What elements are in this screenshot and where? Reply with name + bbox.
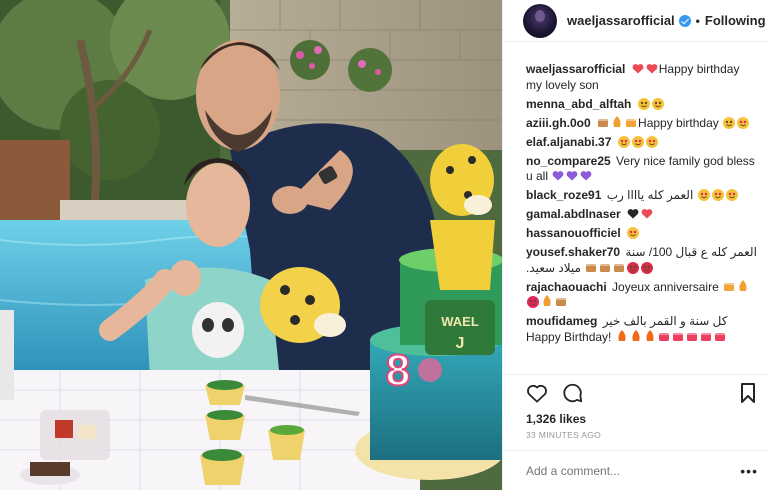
box-emoji-icon — [672, 330, 684, 341]
party-emoji-icon — [611, 115, 623, 127]
comment-username[interactable]: moufidameg — [526, 314, 597, 328]
list-item: rajachaouachi Joyeux anniversaire — [526, 279, 758, 311]
comment-username[interactable]: menna_abd_alftah — [526, 97, 631, 111]
laugh-emoji-icon — [637, 97, 650, 110]
comment-text-secondary: Happy Birthday! — [526, 329, 612, 344]
purple-emoji-icon — [580, 170, 592, 181]
fire-emoji-icon — [616, 329, 628, 341]
gift-emoji-icon — [723, 280, 735, 291]
header-username[interactable]: waeljassarofficial — [567, 13, 675, 28]
post-header: waeljassarofficial • Following — [503, 0, 768, 42]
list-item: hassanouofficiel — [526, 226, 758, 242]
heart-emoji-icon — [632, 63, 644, 74]
hearteyes-emoji-icon — [617, 135, 630, 148]
smile-emoji-icon — [723, 116, 736, 129]
avatar[interactable] — [523, 3, 557, 38]
box-emoji-icon — [686, 330, 698, 341]
comment-username[interactable]: rajachaouachi — [526, 280, 607, 294]
heart-emoji-icon — [641, 208, 653, 219]
comment-username[interactable]: gamal.abdlnaser — [526, 207, 621, 221]
verified-badge-icon — [678, 14, 691, 27]
comment-text: كل سنة و القمر بالف خير — [602, 314, 728, 328]
comments-list: waeljassarofficial Happy birthday my lov… — [503, 42, 768, 374]
party-emoji-icon — [737, 279, 749, 291]
comment-username[interactable]: elaf.aljanabi.37 — [526, 135, 611, 149]
cake-emoji-icon — [613, 261, 625, 272]
hearteyes-emoji-icon — [627, 227, 640, 239]
heart-emoji-icon — [646, 63, 658, 74]
comment-bubble-icon[interactable] — [562, 382, 584, 404]
cake-emoji-icon — [555, 295, 567, 306]
list-item: menna_abd_alftah — [526, 97, 758, 113]
comment-username[interactable]: waeljassarofficial — [526, 62, 625, 76]
list-item: gamal.abdlnaser — [526, 207, 758, 223]
blackheart-emoji-icon — [627, 208, 639, 219]
box-emoji-icon — [658, 330, 670, 341]
bookmark-icon[interactable] — [740, 382, 756, 403]
header-separator: • — [695, 13, 700, 28]
box-emoji-icon — [714, 330, 726, 341]
list-item: waeljassarofficial Happy birthday my lov… — [526, 62, 758, 93]
comment-username[interactable]: hassanouofficiel — [526, 226, 621, 240]
comment-text: Happy birthday — [638, 115, 719, 130]
hearteyes-emoji-icon — [631, 135, 644, 148]
gift-emoji-icon — [625, 116, 637, 127]
more-options-icon[interactable]: ••• — [740, 463, 758, 479]
post-timestamp: 33 MINUTES AGO — [526, 430, 602, 440]
cake-emoji-icon — [599, 261, 611, 272]
cake-emoji-icon — [585, 261, 597, 272]
following-button[interactable]: Following — [705, 13, 766, 28]
heart-outline-icon[interactable] — [526, 383, 548, 403]
laugh-emoji-icon — [651, 97, 664, 110]
party-emoji-icon — [541, 295, 553, 306]
hearteyes-emoji-icon — [725, 189, 738, 201]
list-item: no_compare25 Very nice family god bless … — [526, 154, 758, 185]
cake-emoji-icon — [597, 116, 609, 127]
hearteyes-emoji-icon — [645, 135, 658, 148]
rose-emoji-icon — [641, 261, 654, 274]
purple-emoji-icon — [566, 170, 578, 181]
list-item: yousef.shaker70 العمر كله ع قبال 100/ سن… — [526, 245, 758, 276]
birthday-candle-8: 8 — [386, 346, 410, 395]
comment-username[interactable]: no_compare25 — [526, 154, 611, 168]
hearteyes-emoji-icon — [711, 189, 724, 201]
comment-text: العمر كله ياااا رب — [606, 188, 694, 202]
list-item: black_roze91 العمر كله ياااا رب — [526, 188, 758, 204]
balloon-emoji-icon — [527, 296, 539, 308]
comment-username[interactable]: yousef.shaker70 — [526, 245, 620, 259]
list-item: aziii.gh.0o0 Happy birthday — [526, 115, 758, 132]
birthday-photo-illustration: WAEL J 8 — [0, 0, 502, 490]
instagram-post: WAEL J 8 waeljassarofficial • Following … — [0, 0, 768, 490]
comment-text: Joyeux anniversaire — [612, 279, 719, 294]
list-item: elaf.aljanabi.37 — [526, 135, 758, 151]
purple-emoji-icon — [552, 170, 564, 181]
box-emoji-icon — [700, 330, 712, 341]
rose-emoji-icon — [627, 261, 640, 274]
fire-emoji-icon — [644, 329, 656, 341]
comment-username[interactable]: aziii.gh.0o0 — [526, 116, 591, 130]
hearteyes-emoji-icon — [697, 189, 710, 201]
cake-initial-text: J — [456, 335, 465, 352]
cake-name-text: WAEL — [441, 314, 479, 329]
post-photo[interactable]: WAEL J 8 — [0, 0, 502, 490]
likes-count[interactable]: 1,326 likes — [503, 410, 768, 428]
action-bar — [503, 374, 768, 410]
add-comment-input[interactable] — [526, 463, 741, 478]
hearteyes-emoji-icon — [737, 116, 750, 129]
list-item: moufidameg كل سنة و القمر بالف خير Happy… — [526, 314, 758, 345]
comment-username[interactable]: black_roze91 — [526, 188, 601, 202]
post-side-panel: waeljassarofficial • Following waeljassa… — [502, 0, 768, 490]
fire-emoji-icon — [630, 329, 642, 341]
add-comment-bar: ••• — [503, 450, 768, 490]
